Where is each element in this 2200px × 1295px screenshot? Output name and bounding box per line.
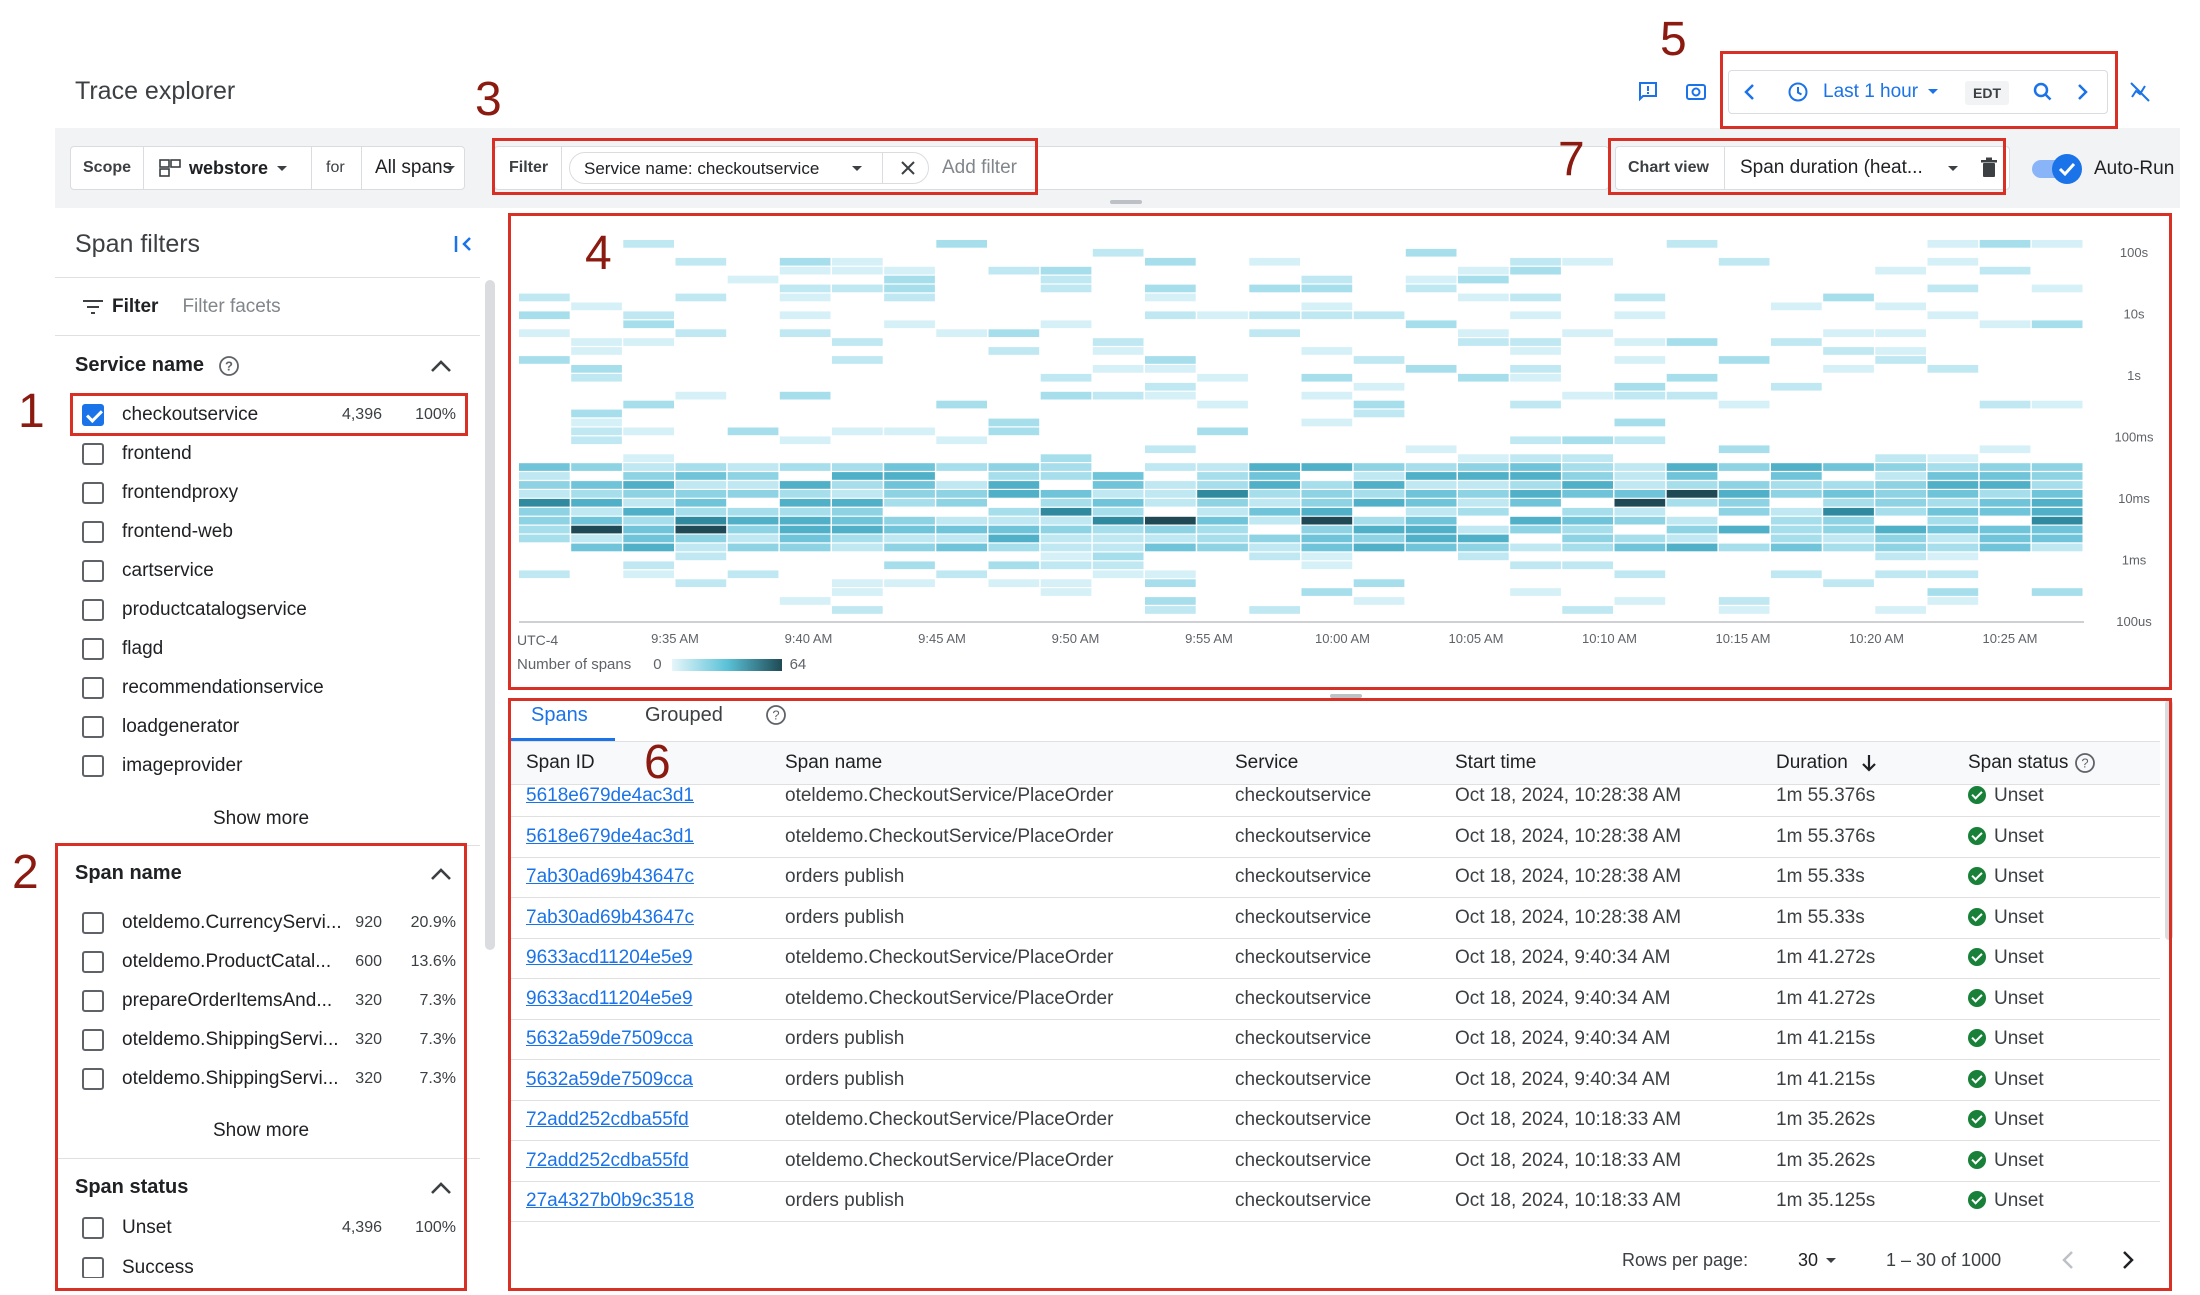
annotation-number-6: 6	[644, 736, 671, 789]
toggle-knob	[2052, 154, 2082, 184]
auto-run-label: Auto-Run	[2094, 158, 2175, 179]
resize-handle[interactable]	[1110, 200, 1142, 204]
annotation-number-3: 3	[475, 73, 502, 126]
annotation-number-5: 5	[1660, 13, 1687, 66]
auto-run-toggle[interactable]: Auto-Run	[2030, 152, 2180, 186]
check-icon	[2058, 162, 2076, 177]
sidebar-scrollbar[interactable]	[485, 280, 495, 950]
disable-streaming-icon[interactable]	[2120, 72, 2160, 112]
screenshot-icon[interactable]	[1676, 72, 1716, 112]
annotation-box-1	[70, 393, 468, 436]
annotation-number-4: 4	[585, 227, 612, 280]
annotation-number-2: 2	[12, 846, 39, 899]
annotation-box-5	[1720, 51, 2118, 129]
annotation-box-7	[1608, 138, 2006, 195]
annotation-box-3	[492, 138, 1038, 195]
annotation-number-7: 7	[1558, 133, 1585, 186]
annotation-box-6	[508, 698, 2172, 1291]
annotation-box-2	[55, 843, 467, 1291]
annotation-box-4	[508, 213, 2172, 690]
feedback-icon[interactable]	[1628, 72, 1668, 112]
annotation-number-1: 1	[18, 385, 45, 438]
